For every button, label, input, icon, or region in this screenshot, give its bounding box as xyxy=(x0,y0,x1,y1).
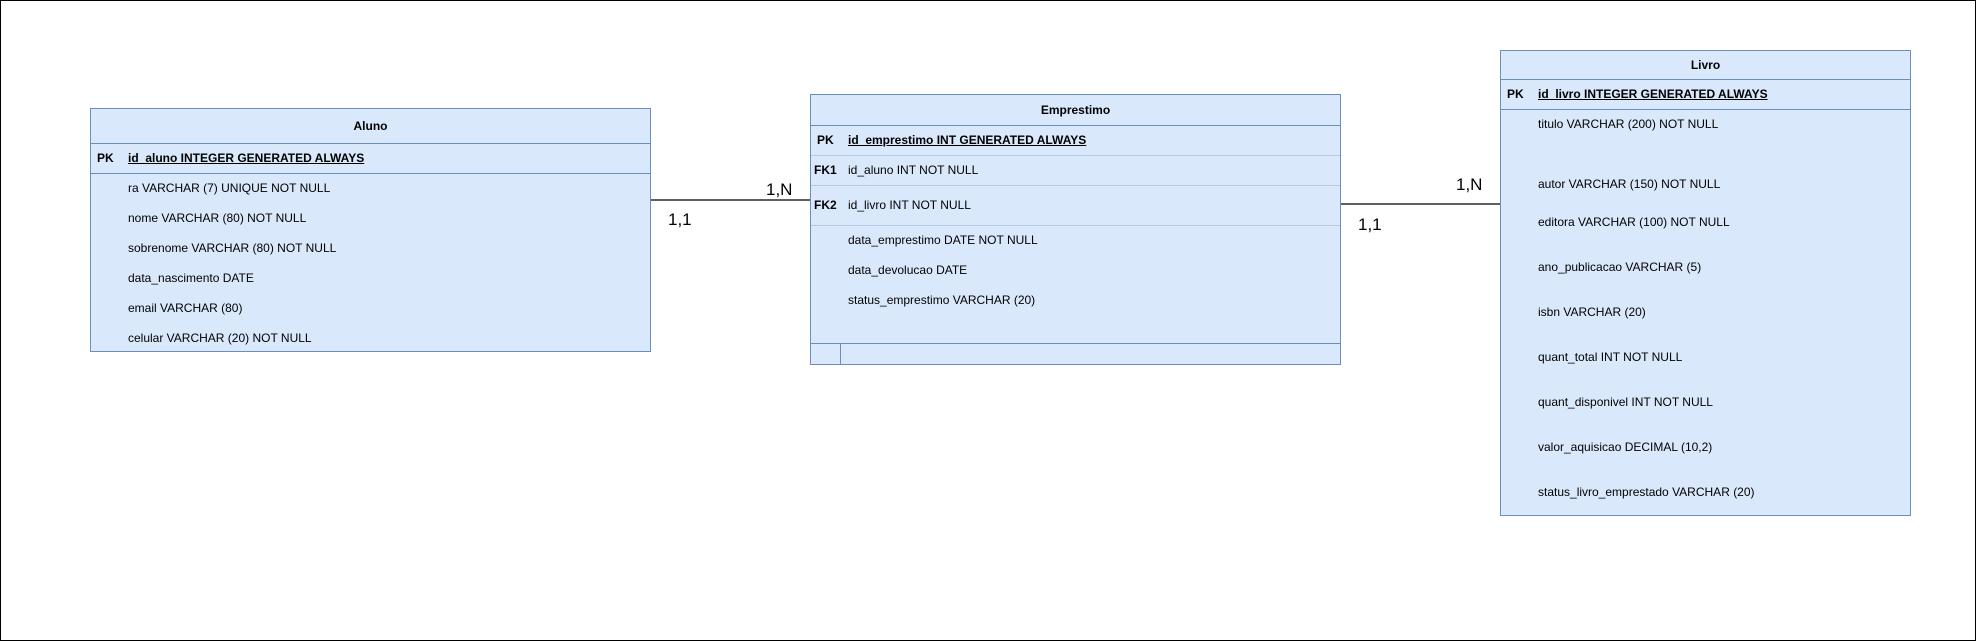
cardinality-emprestimo-side: 1,N xyxy=(766,180,793,199)
cardinality-aluno-side: 1,1 xyxy=(668,210,692,229)
relationship-connectors xyxy=(651,199,1500,205)
cardinality-livro-side: 1,N xyxy=(1456,175,1483,194)
cardinality-emprestimo-side-2: 1,1 xyxy=(1358,215,1382,234)
